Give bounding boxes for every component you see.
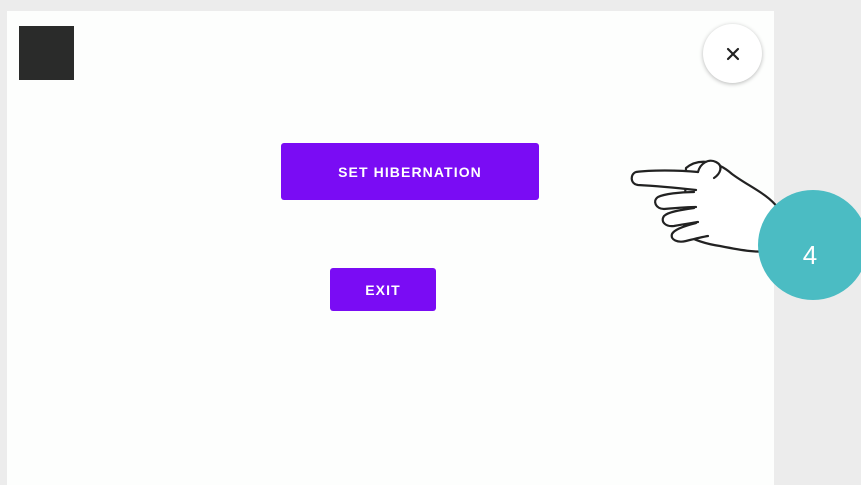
set-hibernation-button[interactable]: SET HIBERNATION <box>281 143 539 200</box>
close-button[interactable] <box>703 24 762 83</box>
step-number-badge: 4 <box>758 190 861 300</box>
app-logo-placeholder <box>19 26 74 80</box>
step-number: 4 <box>802 239 818 270</box>
close-icon <box>726 47 739 60</box>
tutorial-frame: SET HIBERNATION EXIT 4 <box>0 0 861 485</box>
exit-button[interactable]: EXIT <box>330 268 436 311</box>
